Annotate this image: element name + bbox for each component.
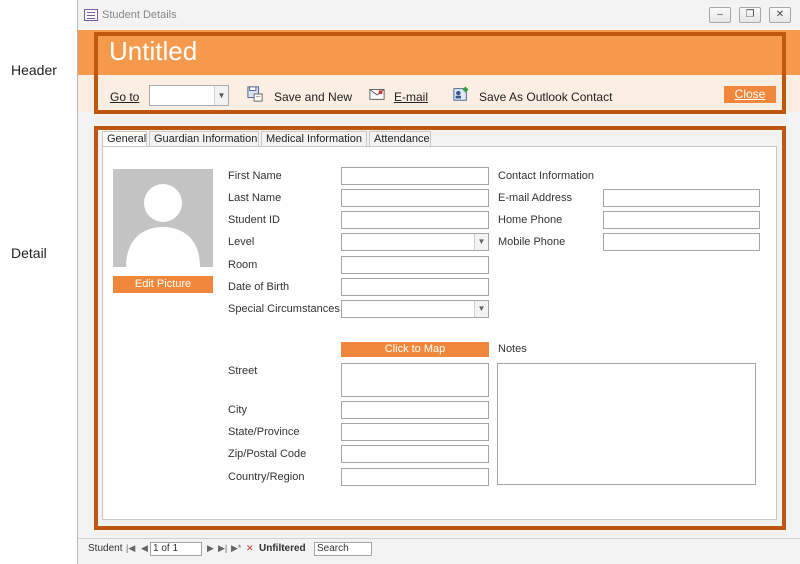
- next-record-icon[interactable]: ▶: [207, 543, 214, 554]
- first-record-icon[interactable]: |◀: [126, 543, 135, 554]
- header-annotation: Header: [11, 62, 57, 78]
- record-position-field[interactable]: 1 of 1: [150, 542, 202, 556]
- form-icon: [84, 9, 98, 21]
- last-record-icon[interactable]: ▶|: [218, 543, 227, 554]
- access-form-window: Student Details – ❐ ✕ Untitled Go to ▼ S…: [77, 0, 800, 564]
- detail-outline: [94, 126, 786, 530]
- previous-record-icon[interactable]: ◀: [141, 543, 148, 554]
- minimize-button[interactable]: –: [709, 7, 731, 23]
- restore-button[interactable]: ❐: [739, 7, 761, 23]
- search-input[interactable]: Search: [314, 542, 372, 556]
- detail-annotation: Detail: [11, 245, 47, 261]
- close-window-button[interactable]: ✕: [769, 7, 791, 23]
- new-record-icon[interactable]: ▶*: [231, 543, 241, 554]
- filter-status[interactable]: Unfiltered: [259, 543, 306, 554]
- title-bar: Student Details – ❐ ✕: [78, 0, 800, 30]
- header-outline: [94, 32, 786, 114]
- record-label: Student: [88, 543, 123, 554]
- window-title: Student Details: [102, 9, 177, 21]
- filter-icon: ✕: [246, 543, 254, 553]
- record-navigation-bar: Student |◀ ◀ 1 of 1 ▶ ▶| ▶* ✕ Unfiltered…: [78, 538, 800, 560]
